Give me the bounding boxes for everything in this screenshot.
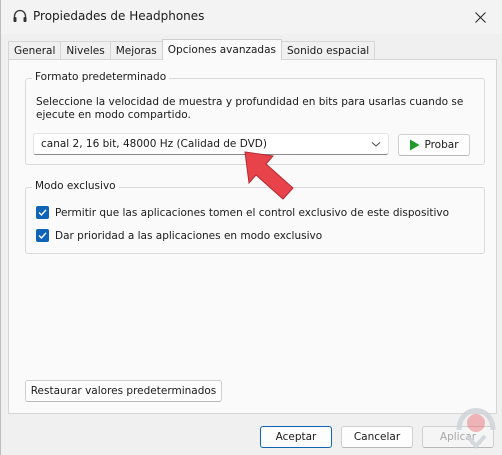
- allow-exclusive-checkbox[interactable]: [36, 206, 49, 219]
- window-title: Propiedades de Headphones: [33, 9, 205, 23]
- tab-strip: General Niveles Mejoras Opciones avanzad…: [8, 39, 376, 60]
- headphones-icon: [13, 9, 27, 22]
- exclusive-priority-label: Dar prioridad a las aplicaciones en modo…: [55, 229, 323, 242]
- tab-general[interactable]: General: [8, 41, 62, 60]
- advanced-options-panel: Formato predeterminado Seleccione la vel…: [8, 59, 497, 414]
- exclusive-mode-legend: Modo exclusivo: [32, 180, 119, 192]
- tab-levels[interactable]: Niveles: [60, 41, 111, 60]
- default-format-legend: Formato predeterminado: [32, 71, 170, 83]
- test-button-label: Probar: [424, 139, 459, 151]
- sample-rate-select[interactable]: canal 2, 16 bit, 48000 Hz (Calidad de DV…: [33, 133, 389, 155]
- exclusive-priority-checkbox[interactable]: [36, 229, 49, 242]
- cancel-button[interactable]: Cancelar: [341, 426, 413, 448]
- chevron-down-icon: [371, 142, 381, 147]
- allow-exclusive-label: Permitir que las aplicaciones tomen el c…: [55, 206, 450, 219]
- test-button[interactable]: Probar: [398, 134, 470, 156]
- allow-exclusive-control-option[interactable]: Permitir que las aplicaciones tomen el c…: [36, 206, 449, 219]
- play-icon: [410, 139, 420, 151]
- restore-defaults-button[interactable]: Restaurar valores predeterminados: [25, 380, 222, 402]
- close-button[interactable]: [457, 0, 502, 34]
- ok-button[interactable]: Aceptar: [260, 426, 332, 448]
- annotation-arrow-icon: [244, 151, 294, 200]
- properties-dialog: Propiedades de Headphones General Nivele…: [0, 0, 502, 455]
- checkmark-icon: [38, 209, 47, 217]
- title-bar[interactable]: Propiedades de Headphones: [1, 0, 502, 34]
- default-format-description: Seleccione la velocidad de muestra y pro…: [36, 96, 464, 121]
- tab-advanced-options[interactable]: Opciones avanzadas: [161, 39, 283, 60]
- tab-enhancements[interactable]: Mejoras: [109, 41, 163, 60]
- close-icon: [474, 11, 486, 23]
- exclusive-priority-option[interactable]: Dar prioridad a las aplicaciones en modo…: [36, 229, 322, 242]
- site-logo-watermark-icon: [456, 408, 496, 449]
- sample-rate-value: canal 2, 16 bit, 48000 Hz (Calidad de DV…: [41, 138, 267, 150]
- checkmark-icon: [38, 232, 47, 240]
- tab-spatial-sound[interactable]: Sonido espacial: [281, 41, 376, 60]
